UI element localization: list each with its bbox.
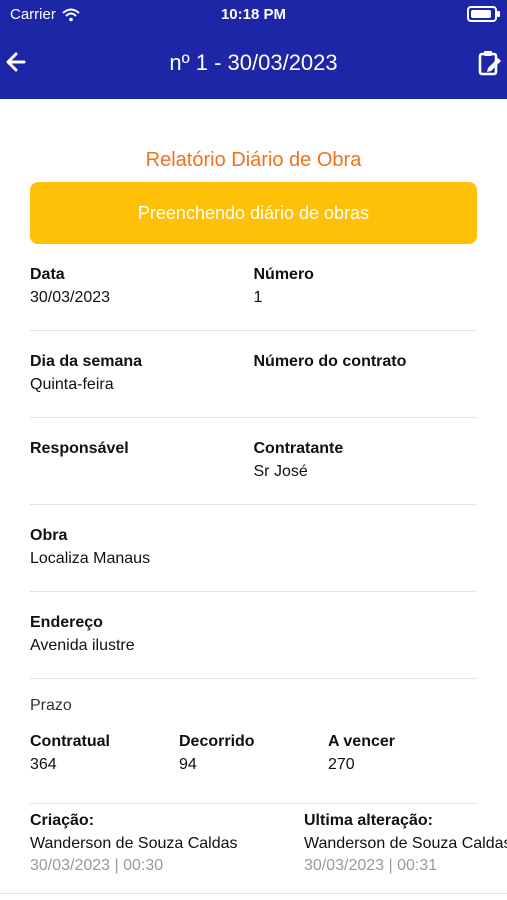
battery-icon [467, 6, 500, 22]
field-label: Contratante [253, 440, 344, 457]
meta-label: Ultima alteração: [304, 812, 433, 829]
prazo-decorrido: Decorrido 94 [179, 733, 328, 803]
field-numero: Número 1 [254, 266, 478, 330]
field-data: Data 30/03/2023 [30, 266, 254, 330]
info-row: Endereço Avenida ilustre [30, 592, 477, 679]
info-row: Responsável Contratante Sr José [30, 418, 477, 505]
report-heading: Relatório Diário de Obra [145, 149, 362, 171]
field-obra: Obra Localiza Manaus [30, 527, 254, 591]
field-label: Responsável [30, 440, 129, 457]
field-numero-contrato: Número do contrato [254, 353, 478, 417]
field-label: Número do contrato [253, 353, 407, 370]
info-row: Dia da semana Quinta-feira Número do con… [30, 331, 477, 418]
field-value: Sr José [253, 463, 308, 480]
field-endereco: Endereço Avenida ilustre [30, 614, 254, 678]
field-value: 364 [30, 756, 57, 773]
page-title: nº 1 - 30/03/2023 [169, 50, 338, 75]
meta-time: 30/03/2023 | 00:31 [304, 857, 438, 874]
field-value: 1 [253, 289, 263, 306]
meta-user: Wanderson de Souza Caldas [30, 835, 238, 852]
field-label: A vencer [328, 733, 395, 750]
field-label: Contratual [30, 733, 110, 750]
field-label: Obra [30, 527, 68, 544]
status-bar: Carrier 10:18 PM [0, 0, 507, 28]
field-value: 94 [179, 756, 197, 773]
field-value: 30/03/2023 [30, 289, 111, 306]
prazo-row: Contratual 364 Decorrido 94 A vencer 270 [30, 733, 477, 804]
field-value: 270 [328, 756, 355, 773]
prazo-contratual: Contratual 364 [30, 733, 179, 803]
navigation-bar: nº 1 - 30/03/2023 [0, 40, 507, 84]
field-label: Dia da semana [30, 353, 143, 370]
meta-criacao: Criação: Wanderson de Souza Caldas 30/03… [30, 812, 304, 875]
meta-user: Wanderson de Souza Caldas [304, 835, 507, 852]
status-time: 10:18 PM [220, 6, 287, 23]
meta-alteracao: Ultima alteração: Wanderson de Souza Cal… [304, 812, 507, 875]
field-contratante: Contratante Sr José [254, 440, 478, 504]
field-responsavel: Responsável [30, 440, 254, 504]
field-label: Decorrido [179, 733, 255, 750]
meta-time: 30/03/2023 | 00:30 [30, 857, 164, 874]
status-banner[interactable]: Preenchendo diário de obras [30, 182, 477, 244]
field-value: Avenida ilustre [30, 637, 135, 654]
report-button[interactable] [477, 46, 503, 78]
report-content: Relatório Diário de Obra Preenchendo diá… [30, 99, 477, 804]
prazo-title: Prazo [30, 697, 72, 714]
field-dia-semana: Dia da semana Quinta-feira [30, 353, 254, 417]
field-label: Número [253, 266, 314, 283]
meta-label: Criação: [30, 812, 95, 829]
info-row: Obra Localiza Manaus [30, 505, 477, 592]
clipboard-edit-icon [478, 51, 501, 76]
info-row: Data 30/03/2023 Número 1 [30, 244, 477, 331]
field-value: Quinta-feira [30, 376, 114, 393]
prazo-a-vencer: A vencer 270 [328, 733, 477, 803]
field-label: Data [30, 266, 65, 283]
field-label: Endereço [30, 614, 103, 631]
field-value: Localiza Manaus [30, 550, 151, 567]
divider [0, 893, 507, 894]
top-bar: Carrier 10:18 PM nº 1 - 30/03/2023 [0, 0, 507, 99]
meta-row: Criação: Wanderson de Souza Caldas 30/03… [30, 812, 507, 875]
